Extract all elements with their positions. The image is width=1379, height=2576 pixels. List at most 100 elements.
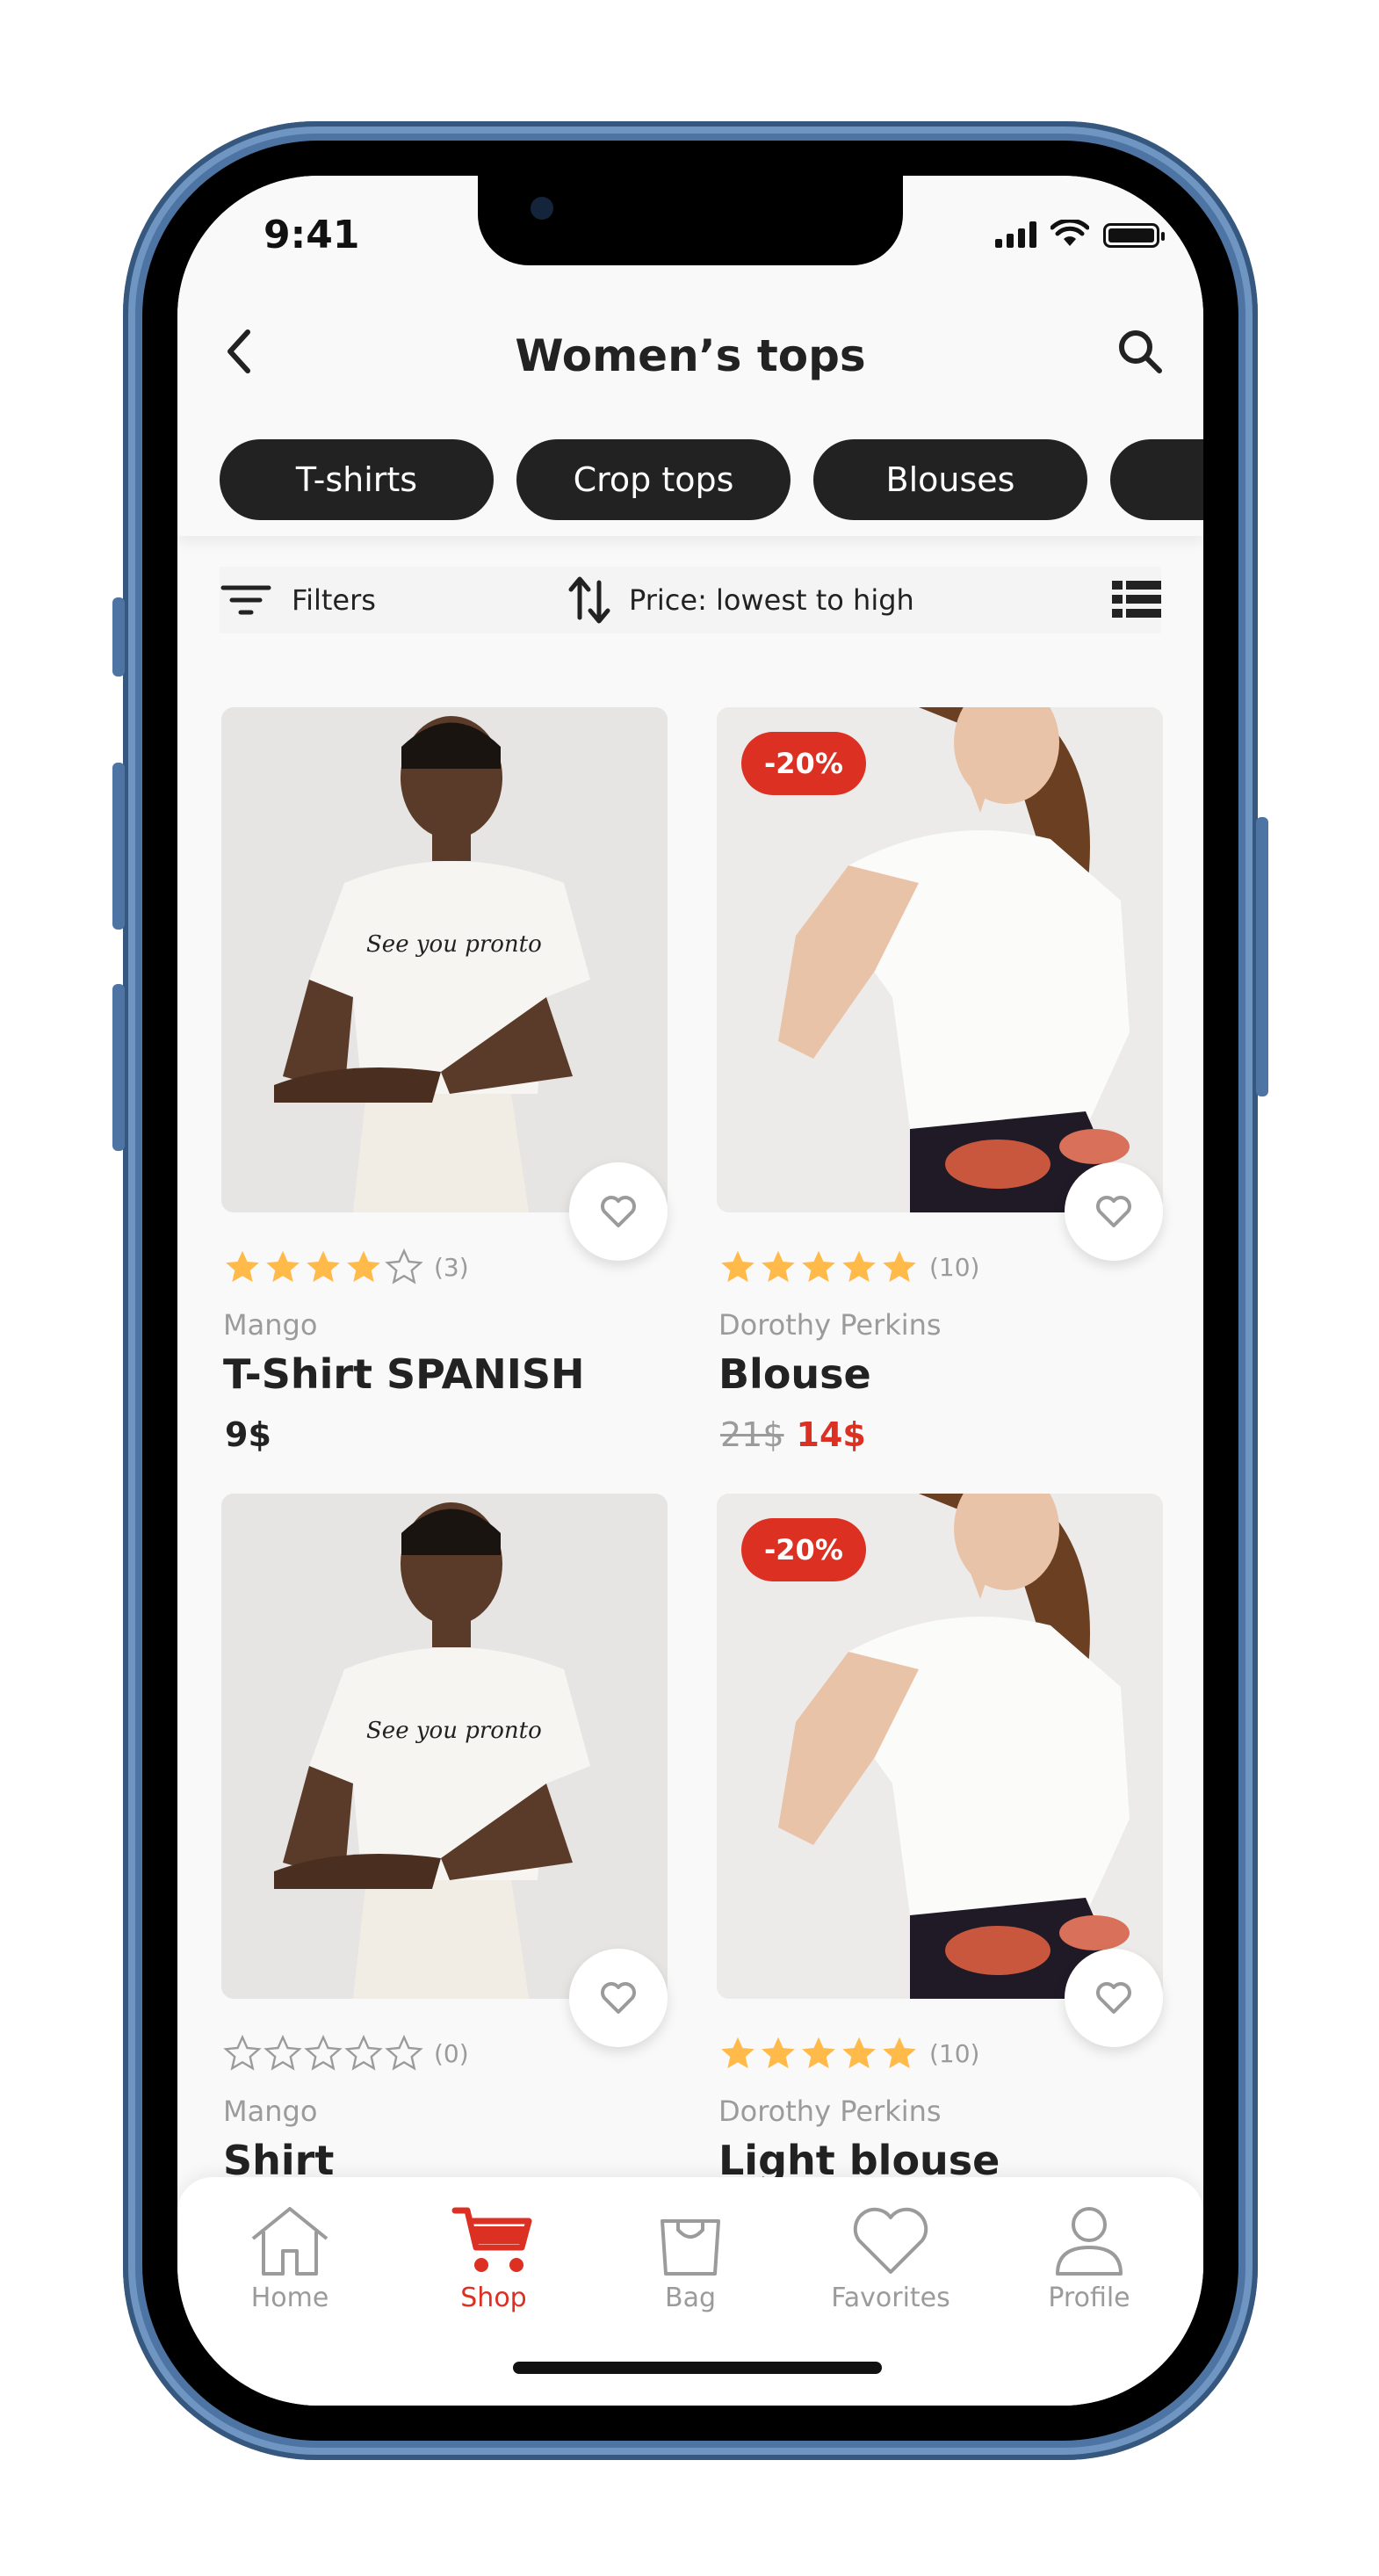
rating-stars: (10): [718, 1248, 979, 1285]
product-card[interactable]: -20% (10) Dorothy Perkins Light blouse: [717, 1494, 1163, 2267]
sort-label: Price: lowest to high: [629, 583, 914, 617]
favorite-button[interactable]: [1065, 1949, 1163, 2047]
chip-crop-tops[interactable]: Crop tops: [516, 439, 791, 520]
tshirt-model-image: See you pronto: [221, 707, 668, 1212]
star-outline-icon: [223, 2035, 262, 2071]
product-grid: See you pronto (3) Mango T-Shirt SPANISH…: [221, 707, 1203, 2377]
tshirt-model-image: See you pronto: [221, 1494, 668, 1999]
old-price: 21$: [720, 1415, 784, 1454]
silent-switch: [112, 597, 125, 677]
svg-text:See you pronto: See you pronto: [366, 1718, 542, 1744]
tab-shop[interactable]: Shop: [406, 2203, 581, 2326]
chip-shirts[interactable]: S: [1110, 439, 1203, 520]
cellular-signal-icon: [995, 221, 1036, 248]
screen: 9:41 Women’s tops T-shirts Crop tops Blo…: [177, 176, 1203, 2406]
star-outline-icon: [385, 1248, 423, 1284]
star-filled-icon: [802, 1250, 835, 1283]
product-name: T-Shirt SPANISH: [223, 1350, 585, 1398]
rating-stars: (10): [718, 2035, 979, 2072]
volume-up-button: [112, 763, 125, 930]
star-outline-icon: [304, 2035, 343, 2071]
tab-favorites[interactable]: Favorites: [803, 2203, 978, 2326]
chip-blouses[interactable]: Blouses: [813, 439, 1087, 520]
star-filled-icon: [721, 2037, 754, 2069]
wifi-icon: [1050, 220, 1089, 246]
tab-bag[interactable]: Bag: [603, 2203, 778, 2326]
star-filled-icon: [762, 2037, 795, 2069]
search-button[interactable]: [1112, 323, 1168, 380]
tab-shop-label: Shop: [460, 2283, 527, 2313]
status-icons: [995, 220, 1165, 248]
filters-button[interactable]: Filters: [220, 567, 376, 633]
star-filled-icon: [883, 1250, 916, 1283]
discount-badge: -20%: [741, 1518, 866, 1581]
star-filled-icon: [307, 1250, 340, 1283]
notch: [478, 176, 903, 265]
view-toggle-button[interactable]: [1112, 579, 1161, 625]
home-indicator: [513, 2362, 882, 2374]
heart-icon: [853, 2207, 928, 2274]
product-card[interactable]: See you pronto (0) Mango Shirt: [221, 1494, 668, 2267]
battery-icon: [1103, 223, 1165, 248]
power-button: [1256, 817, 1268, 1096]
star-outline-icon: [264, 2035, 302, 2071]
tab-profile-label: Profile: [1048, 2283, 1130, 2313]
camera-icon: [531, 197, 553, 220]
tab-home-label: Home: [250, 2283, 329, 2313]
product-name: Blouse: [718, 1350, 871, 1398]
chip-t-shirts[interactable]: T-shirts: [220, 439, 494, 520]
cart-icon: [451, 2207, 532, 2272]
category-chips: T-shirts Crop tops Blouses S: [220, 439, 1203, 520]
star-filled-icon: [226, 1250, 259, 1283]
volume-down-button: [112, 984, 125, 1151]
favorite-button[interactable]: [1065, 1162, 1163, 1261]
page-title: Women’s tops: [515, 330, 866, 381]
heart-outline-icon: [601, 1982, 636, 2014]
star-outline-icon: [344, 2035, 383, 2071]
rating-stars: (3): [223, 1248, 469, 1285]
sale-price: 14$: [796, 1415, 866, 1454]
product-price: 9$: [225, 1415, 271, 1454]
sort-button[interactable]: Price: lowest to high: [567, 567, 914, 633]
tab-home[interactable]: Home: [202, 2203, 378, 2326]
product-image: See you pronto: [221, 707, 668, 1212]
svg-text:See you pronto: See you pronto: [366, 931, 542, 958]
review-count: (0): [434, 2038, 469, 2068]
star-filled-icon: [842, 1250, 876, 1283]
review-count: (3): [434, 1252, 469, 1282]
star-filled-icon: [266, 1250, 300, 1283]
current-price: 9$: [225, 1415, 271, 1454]
discount-badge: -20%: [741, 732, 866, 795]
favorite-button[interactable]: [569, 1162, 668, 1261]
filter-icon: [220, 585, 271, 615]
product-brand: Mango: [223, 2095, 318, 2128]
filter-sort-bar: Filters Price: lowest to high: [220, 567, 1161, 633]
filters-label: Filters: [292, 583, 376, 617]
product-brand: Dorothy Perkins: [718, 2095, 942, 2128]
search-icon: [1119, 330, 1162, 373]
tab-favorites-label: Favorites: [831, 2283, 950, 2313]
tab-profile[interactable]: Profile: [1001, 2203, 1177, 2326]
product-card[interactable]: See you pronto (3) Mango T-Shirt SPANISH…: [221, 707, 668, 1480]
list-view-icon: [1112, 581, 1161, 618]
home-icon: [251, 2207, 329, 2276]
heart-outline-icon: [601, 1196, 636, 1227]
review-count: (10): [929, 2038, 980, 2068]
sort-arrows-icon: [568, 576, 610, 624]
product-card[interactable]: -20% (10) Dorothy Perkins Blouse 21$ 14$: [717, 707, 1163, 1480]
star-filled-icon: [883, 2037, 916, 2069]
star-filled-icon: [347, 1250, 380, 1283]
profile-icon: [1056, 2207, 1123, 2276]
review-count: (10): [929, 1252, 980, 1282]
heart-outline-icon: [1096, 1982, 1131, 2014]
rating-stars: (0): [223, 2035, 469, 2072]
product-brand: Dorothy Perkins: [718, 1308, 942, 1342]
star-filled-icon: [721, 1250, 754, 1283]
star-outline-icon: [385, 2035, 423, 2071]
heart-outline-icon: [1096, 1196, 1131, 1227]
star-filled-icon: [842, 2037, 876, 2069]
status-time: 9:41: [264, 213, 360, 257]
product-brand: Mango: [223, 1308, 318, 1342]
favorite-button[interactable]: [569, 1949, 668, 2047]
tab-bag-label: Bag: [664, 2283, 716, 2313]
